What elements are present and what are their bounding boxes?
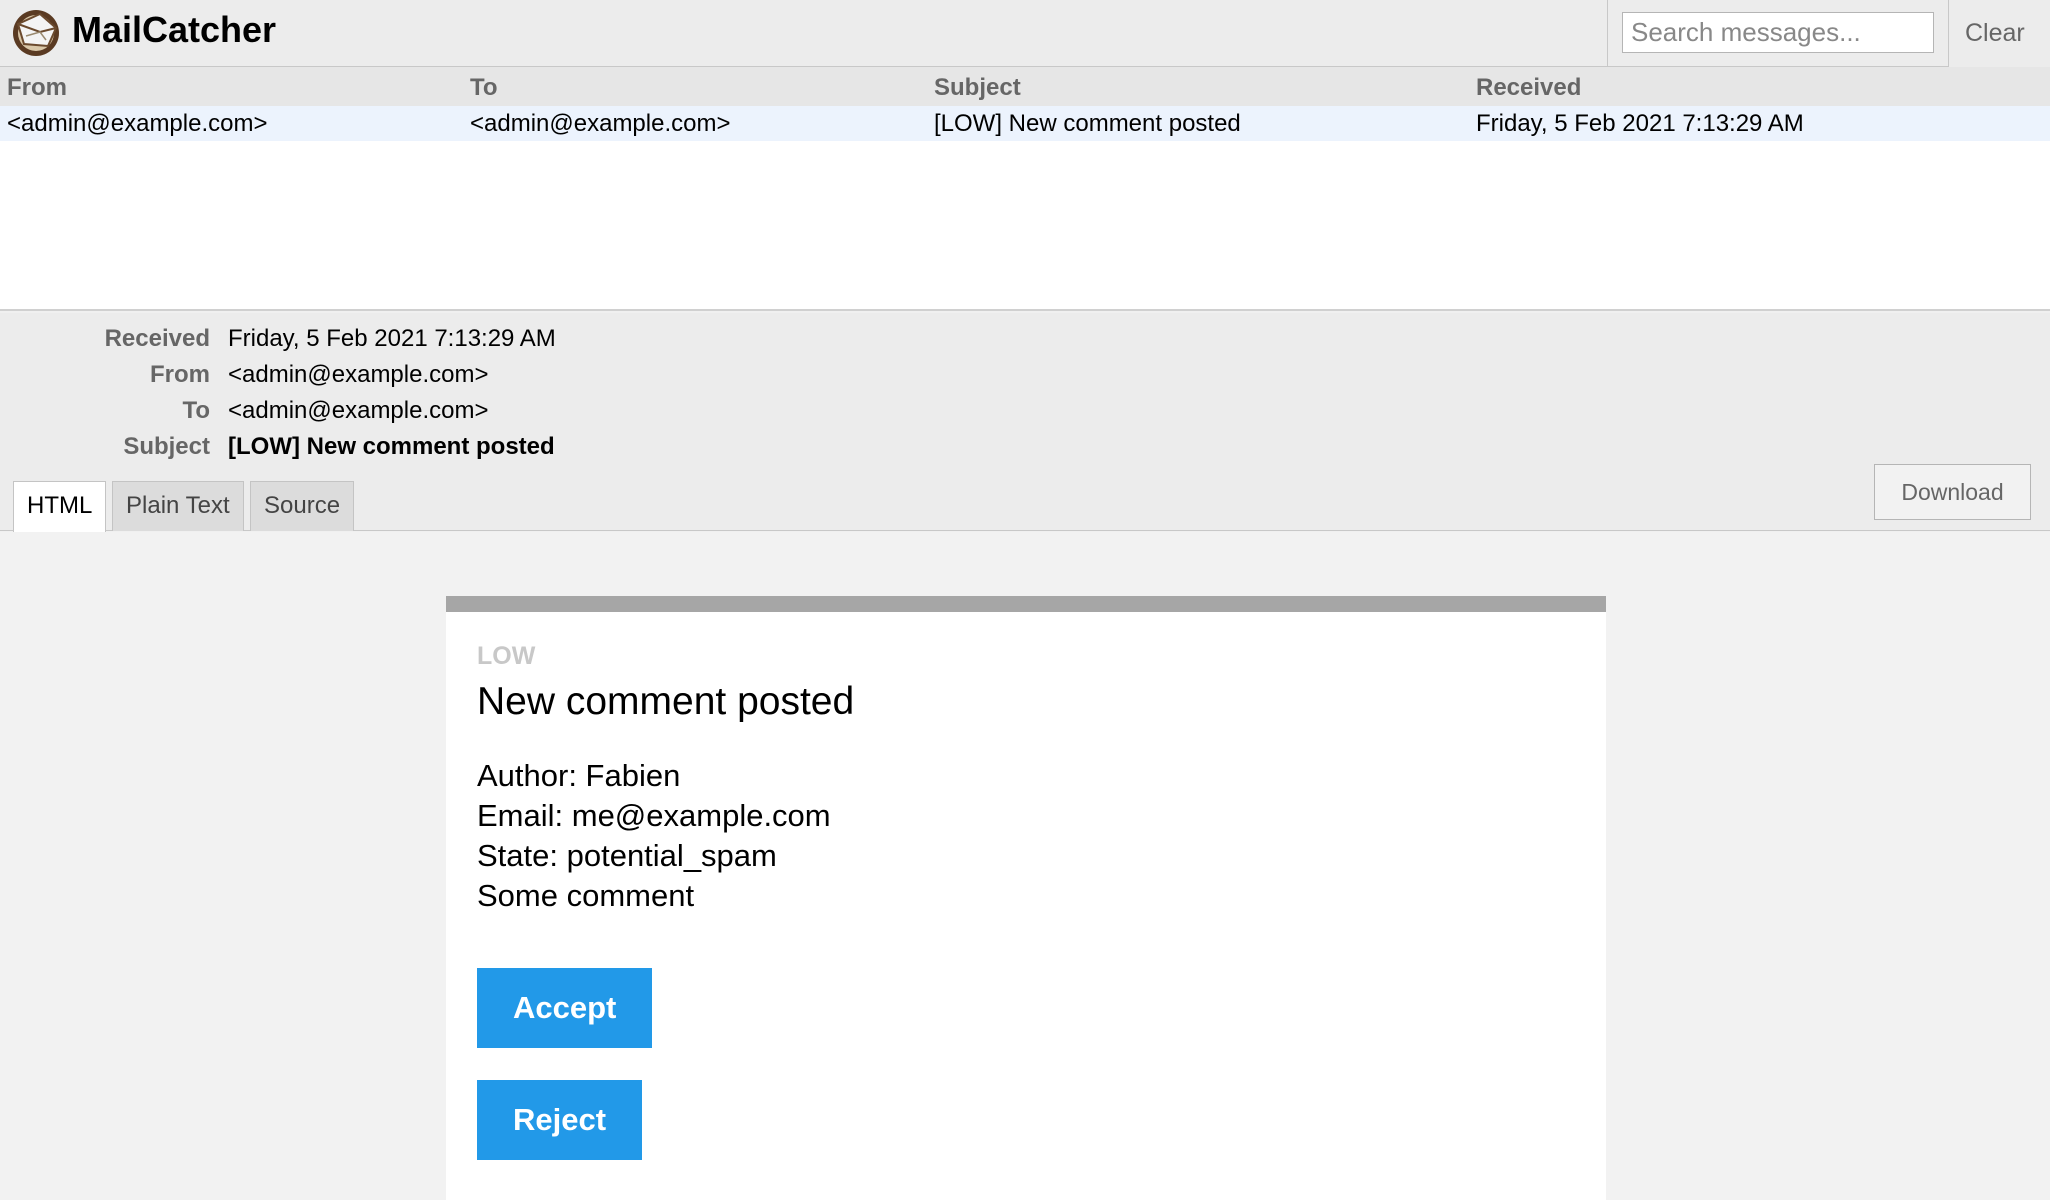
- clear-button[interactable]: Clear: [1948, 0, 2050, 67]
- email-state-line: State: potential_spam: [477, 838, 777, 873]
- to-label: To: [182, 397, 210, 424]
- message-row[interactable]: <admin@example.com> <admin@example.com> …: [0, 106, 2050, 141]
- priority-label: LOW: [477, 642, 536, 670]
- message-metadata: Received Friday, 5 Feb 2021 7:13:29 AM F…: [0, 313, 2050, 532]
- received-label: Received: [104, 325, 210, 352]
- email-email-line: Email: me@example.com: [477, 798, 831, 833]
- message-body: LOW New comment posted Author: Fabien Em…: [0, 532, 2050, 1200]
- received-value: Friday, 5 Feb 2021 7:13:29 AM: [228, 325, 556, 352]
- to-value: <admin@example.com>: [228, 397, 489, 424]
- tab-html[interactable]: HTML: [13, 481, 106, 532]
- download-button[interactable]: Download: [1874, 464, 2031, 520]
- reject-button[interactable]: Reject: [477, 1080, 643, 1160]
- email-card: LOW New comment posted Author: Fabien Em…: [446, 596, 1606, 1200]
- message-list: From To Subject Received <admin@example.…: [0, 67, 2050, 311]
- message-row-subject: [LOW] New comment posted: [934, 110, 1241, 137]
- accept-button[interactable]: Accept: [477, 968, 653, 1048]
- message-row-received: Friday, 5 Feb 2021 7:13:29 AM: [1476, 110, 1804, 137]
- from-label: From: [150, 361, 210, 388]
- message-row-to: <admin@example.com>: [470, 110, 731, 137]
- column-header-subject[interactable]: Subject: [934, 74, 1021, 102]
- column-header-to[interactable]: To: [470, 74, 498, 102]
- subject-label: Subject: [123, 433, 210, 460]
- email-title: New comment posted: [477, 680, 855, 723]
- email-comment-line: Some comment: [477, 878, 695, 913]
- search-container: [1607, 0, 1948, 67]
- message-row-from: <admin@example.com>: [7, 110, 268, 137]
- email-author-line: Author: Fabien: [477, 758, 681, 793]
- search-input[interactable]: [1622, 12, 1934, 53]
- app-title: MailCatcher: [72, 9, 277, 50]
- column-header-received[interactable]: Received: [1476, 74, 1581, 102]
- column-header-from[interactable]: From: [7, 74, 67, 102]
- tab-source[interactable]: Source: [250, 481, 354, 531]
- message-list-header: From To Subject Received: [0, 67, 2050, 106]
- app-header: MailCatcher Clear: [0, 0, 2050, 67]
- from-value: <admin@example.com>: [228, 361, 489, 388]
- mailcatcher-logo-icon: [13, 10, 59, 56]
- subject-value: [LOW] New comment posted: [228, 433, 555, 460]
- tab-plain-text[interactable]: Plain Text: [112, 481, 244, 531]
